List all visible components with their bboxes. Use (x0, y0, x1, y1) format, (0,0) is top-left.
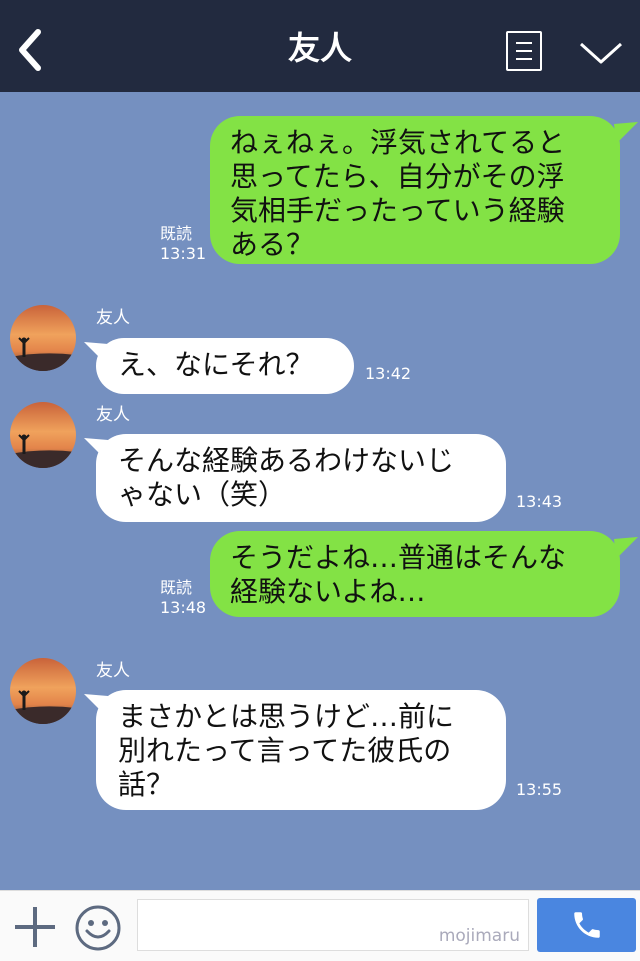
message-bubble-received[interactable]: え、なにそれ？ (96, 338, 354, 394)
bubble-tail (614, 122, 638, 144)
avatar[interactable] (10, 658, 76, 724)
menu-list-icon[interactable] (506, 31, 542, 71)
chat-header: 友人 (0, 0, 640, 92)
call-button[interactable] (537, 898, 636, 952)
message-bubble-sent[interactable]: ねぇねぇ。浮気されてると 思ってたら、自分がその浮 気相手だったっていう経験 あ… (210, 116, 620, 264)
message-bubble-received[interactable]: そんな経験あるわけないじ ゃない（笑） (96, 434, 506, 522)
avatar-photo (10, 305, 76, 371)
chat-title: 友人 (287, 29, 352, 67)
message-time: 13:31 (160, 244, 207, 263)
avatar-photo (10, 658, 76, 724)
plus-icon[interactable] (14, 906, 56, 948)
message-time: 13:48 (160, 598, 207, 617)
chevron-down-icon[interactable] (578, 38, 624, 68)
sender-name: 友人 (96, 661, 130, 681)
bubble-tail (614, 537, 638, 559)
read-receipt: 既読 (160, 224, 193, 243)
watermark: mojimaru (438, 926, 520, 946)
avatar[interactable] (10, 402, 76, 468)
message-time: 13:55 (516, 780, 563, 799)
message-time: 13:43 (516, 492, 563, 511)
avatar[interactable] (10, 305, 76, 371)
message-composer: mojimaru (0, 890, 640, 961)
sender-name: 友人 (96, 308, 130, 328)
phone-icon (574, 912, 600, 938)
message-time: 13:42 (365, 364, 412, 383)
read-receipt: 既読 (160, 578, 193, 597)
message-bubble-received[interactable]: まさかとは思うけど…前に 別れたって言ってた彼氏の 話？ (96, 690, 506, 810)
message-bubble-sent[interactable]: そうだよね…普通はそんな 経験ないよね… (210, 531, 620, 617)
sender-name: 友人 (96, 405, 130, 425)
message-input[interactable]: mojimaru (137, 899, 529, 951)
smiley-icon[interactable] (74, 904, 122, 952)
avatar-photo (10, 402, 76, 468)
